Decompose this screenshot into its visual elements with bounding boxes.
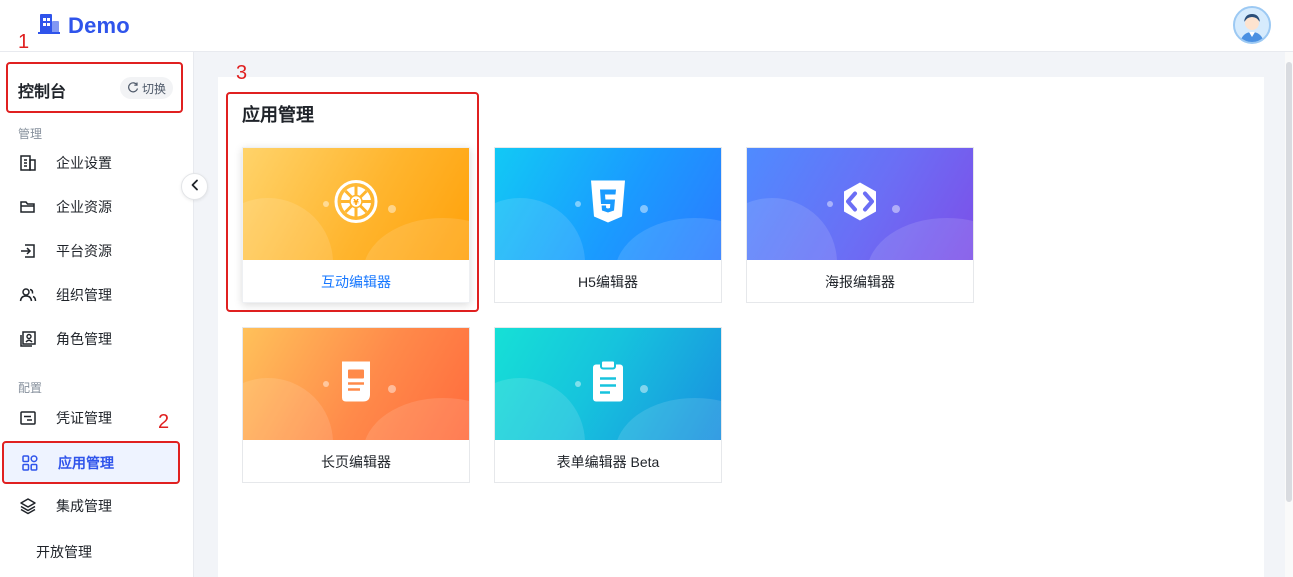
card-label: 表单编辑器 Beta bbox=[556, 453, 660, 470]
logo-icon bbox=[36, 10, 62, 41]
app-card-poster-editor[interactable]: 海报编辑器 bbox=[746, 147, 974, 303]
sidebar-item-open-management[interactable]: 开放管理 bbox=[36, 542, 92, 562]
annotation-number-1: 1 bbox=[18, 31, 30, 53]
logo[interactable]: Demo bbox=[36, 10, 130, 41]
credential-icon bbox=[18, 408, 38, 428]
app-card-h5-editor[interactable]: H5编辑器 bbox=[494, 147, 722, 303]
card-label: 互动编辑器 bbox=[321, 273, 391, 290]
login-icon bbox=[18, 241, 38, 261]
switch-label: 切换 bbox=[141, 81, 166, 96]
card-banner: ¥ bbox=[243, 148, 469, 260]
sidebar-item-label: 企业资源 bbox=[56, 199, 112, 215]
top-header: Demo bbox=[0, 0, 1293, 52]
layers-icon bbox=[18, 496, 38, 516]
annotation-number-2: 2 bbox=[158, 411, 170, 433]
sidebar-item-label: 角色管理 bbox=[56, 331, 112, 347]
section-title: 应用管理 bbox=[242, 105, 314, 125]
card-label: H5编辑器 bbox=[578, 273, 638, 290]
card-banner bbox=[495, 148, 721, 260]
hexagon-code-icon bbox=[838, 180, 882, 229]
clipboard-icon bbox=[588, 359, 628, 410]
sidebar-item-platform-resources[interactable]: 平台资源 bbox=[18, 236, 188, 266]
card-banner bbox=[747, 148, 973, 260]
sidebar-item-apps[interactable]: 应用管理 bbox=[2, 441, 180, 484]
sidebar: 控制台 切换 管理 企业设置 企业资源 平台资源 组织管理 角色管理 配置 凭证… bbox=[0, 52, 194, 577]
logo-text: Demo bbox=[68, 12, 130, 38]
app-card-form-editor[interactable]: 表单编辑器 Beta bbox=[494, 327, 722, 483]
scrollbar-thumb[interactable] bbox=[1286, 62, 1292, 502]
app-card-longpage-editor[interactable]: 长页编辑器 bbox=[242, 327, 470, 483]
card-banner bbox=[243, 328, 469, 440]
sidebar-item-organization[interactable]: 组织管理 bbox=[18, 280, 188, 310]
wheel-icon: ¥ bbox=[331, 177, 381, 232]
group-label-manage: 管理 bbox=[18, 127, 43, 141]
html5-icon bbox=[588, 179, 628, 230]
svg-text:¥: ¥ bbox=[353, 198, 359, 207]
switch-button[interactable]: 切换 bbox=[119, 77, 173, 99]
user-avatar[interactable] bbox=[1233, 6, 1271, 44]
apps-icon bbox=[20, 453, 40, 473]
users-icon bbox=[18, 285, 38, 305]
sidebar-item-label: 平台资源 bbox=[56, 243, 112, 259]
group-label-config: 配置 bbox=[18, 381, 43, 395]
page-icon bbox=[336, 359, 376, 410]
card-label: 长页编辑器 bbox=[321, 453, 391, 470]
sidebar-item-label: 应用管理 bbox=[58, 454, 114, 471]
annotation-number-3: 3 bbox=[236, 62, 248, 84]
sidebar-item-label: 组织管理 bbox=[56, 287, 112, 303]
console-switcher: 控制台 切换 bbox=[6, 62, 183, 113]
building-icon bbox=[18, 153, 38, 173]
collapse-sidebar-button[interactable] bbox=[181, 173, 208, 200]
card-label: 海报编辑器 bbox=[825, 273, 895, 290]
id-card-icon bbox=[18, 329, 38, 349]
sidebar-item-label: 集成管理 bbox=[56, 498, 112, 514]
sidebar-item-label: 凭证管理 bbox=[56, 410, 112, 426]
card-banner bbox=[495, 328, 721, 440]
sidebar-item-roles[interactable]: 角色管理 bbox=[18, 324, 188, 354]
sidebar-item-label: 企业设置 bbox=[56, 155, 112, 171]
console-title: 控制台 bbox=[18, 84, 67, 101]
sidebar-item-integrations[interactable]: 集成管理 bbox=[18, 491, 188, 521]
sidebar-item-enterprise-settings[interactable]: 企业设置 bbox=[18, 148, 188, 178]
refresh-icon bbox=[127, 81, 139, 96]
chevron-left-icon bbox=[190, 178, 200, 196]
sidebar-item-enterprise-resources[interactable]: 企业资源 bbox=[18, 192, 188, 222]
app-card-interactive-editor[interactable]: ¥ 互动编辑器 bbox=[242, 147, 470, 303]
folder-icon bbox=[18, 197, 38, 217]
